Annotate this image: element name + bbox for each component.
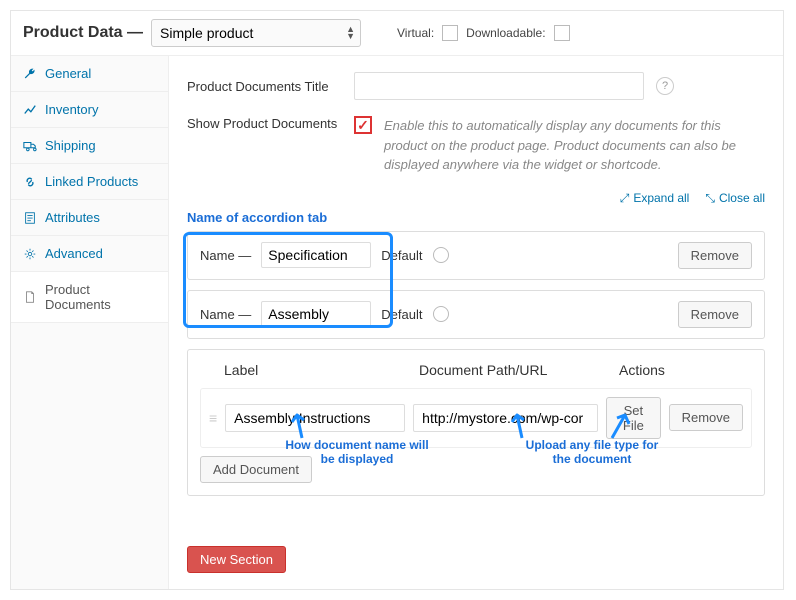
doc-label-input[interactable]	[225, 404, 405, 432]
sidebar-item-linked[interactable]: Linked Products	[11, 164, 168, 200]
col-path-header: Document Path/URL	[419, 362, 619, 378]
sidebar-label: Advanced	[45, 246, 103, 261]
wrench-icon	[23, 67, 37, 81]
expand-all-link[interactable]: ⤢Expand all	[620, 191, 690, 206]
default-label: Default	[381, 307, 422, 322]
collapse-icon: ⤡	[705, 191, 715, 206]
sidebar-label: Product Documents	[45, 282, 156, 312]
downloadable-label: Downloadable:	[466, 26, 545, 40]
col-actions-header: Actions	[619, 362, 752, 378]
section-row: Name — Default Remove	[187, 231, 765, 280]
default-radio[interactable]	[433, 306, 449, 322]
sidebar-item-advanced[interactable]: Advanced	[11, 236, 168, 272]
truck-icon	[23, 139, 37, 153]
sidebar-label: General	[45, 66, 91, 81]
show-label: Show Product Documents	[187, 116, 342, 131]
sidebar-label: Shipping	[45, 138, 96, 153]
sidebar-item-general[interactable]: General	[11, 56, 168, 92]
help-icon[interactable]: ?	[656, 77, 674, 95]
panel-header: Product Data — Simple product ▲▼ Virtual…	[11, 11, 783, 56]
name-label: Name —	[200, 248, 251, 263]
default-radio[interactable]	[433, 247, 449, 263]
sidebar: General Inventory Shipping Linked Produc…	[11, 56, 169, 589]
new-section-button[interactable]: New Section	[187, 546, 286, 573]
chart-icon	[23, 103, 37, 117]
title-input[interactable]	[354, 72, 644, 100]
virtual-label: Virtual:	[397, 26, 434, 40]
doc-icon	[23, 290, 37, 304]
section-name-input[interactable]	[261, 242, 371, 268]
note-icon	[23, 211, 37, 225]
sidebar-item-shipping[interactable]: Shipping	[11, 128, 168, 164]
col-label-header: Label	[224, 362, 419, 378]
annotation-doc-name: How document name will be displayed	[282, 438, 432, 467]
product-data-panel: Product Data — Simple product ▲▼ Virtual…	[10, 10, 784, 590]
documents-table: Label Document Path/URL Actions ≡ Set Fi…	[187, 349, 765, 496]
title-label: Product Documents Title	[187, 79, 342, 94]
show-checkbox[interactable]: ✓	[354, 116, 372, 134]
drag-handle-icon[interactable]: ≡	[209, 410, 217, 426]
set-file-button[interactable]: Set File	[606, 397, 660, 439]
expand-icon: ⤢	[620, 191, 630, 206]
downloadable-checkbox[interactable]	[554, 25, 570, 41]
show-help-text: Enable this to automatically display any…	[384, 116, 765, 175]
default-label: Default	[381, 248, 422, 263]
close-all-link[interactable]: ⤡Close all	[705, 191, 765, 206]
section-row: Name — Default Remove	[187, 290, 765, 339]
annotation-tab-name: Name of accordion tab	[187, 210, 765, 225]
gear-icon	[23, 247, 37, 261]
name-label: Name —	[200, 307, 251, 322]
sidebar-item-inventory[interactable]: Inventory	[11, 92, 168, 128]
sidebar-label: Inventory	[45, 102, 98, 117]
virtual-checkbox[interactable]	[442, 25, 458, 41]
sidebar-label: Linked Products	[45, 174, 138, 189]
remove-section-button[interactable]: Remove	[678, 242, 752, 269]
remove-doc-button[interactable]: Remove	[669, 404, 743, 431]
product-type-select[interactable]: Simple product	[151, 19, 361, 47]
doc-path-input[interactable]	[413, 404, 598, 432]
panel-title: Product Data —	[23, 24, 143, 42]
sidebar-item-documents[interactable]: Product Documents	[11, 272, 168, 323]
main-content: Product Documents Title ? Show Product D…	[169, 56, 783, 589]
sidebar-item-attributes[interactable]: Attributes	[11, 200, 168, 236]
annotation-upload: Upload any file type for the document	[517, 438, 667, 467]
section-name-input[interactable]	[261, 301, 371, 327]
link-icon	[23, 175, 37, 189]
remove-section-button[interactable]: Remove	[678, 301, 752, 328]
sidebar-label: Attributes	[45, 210, 100, 225]
